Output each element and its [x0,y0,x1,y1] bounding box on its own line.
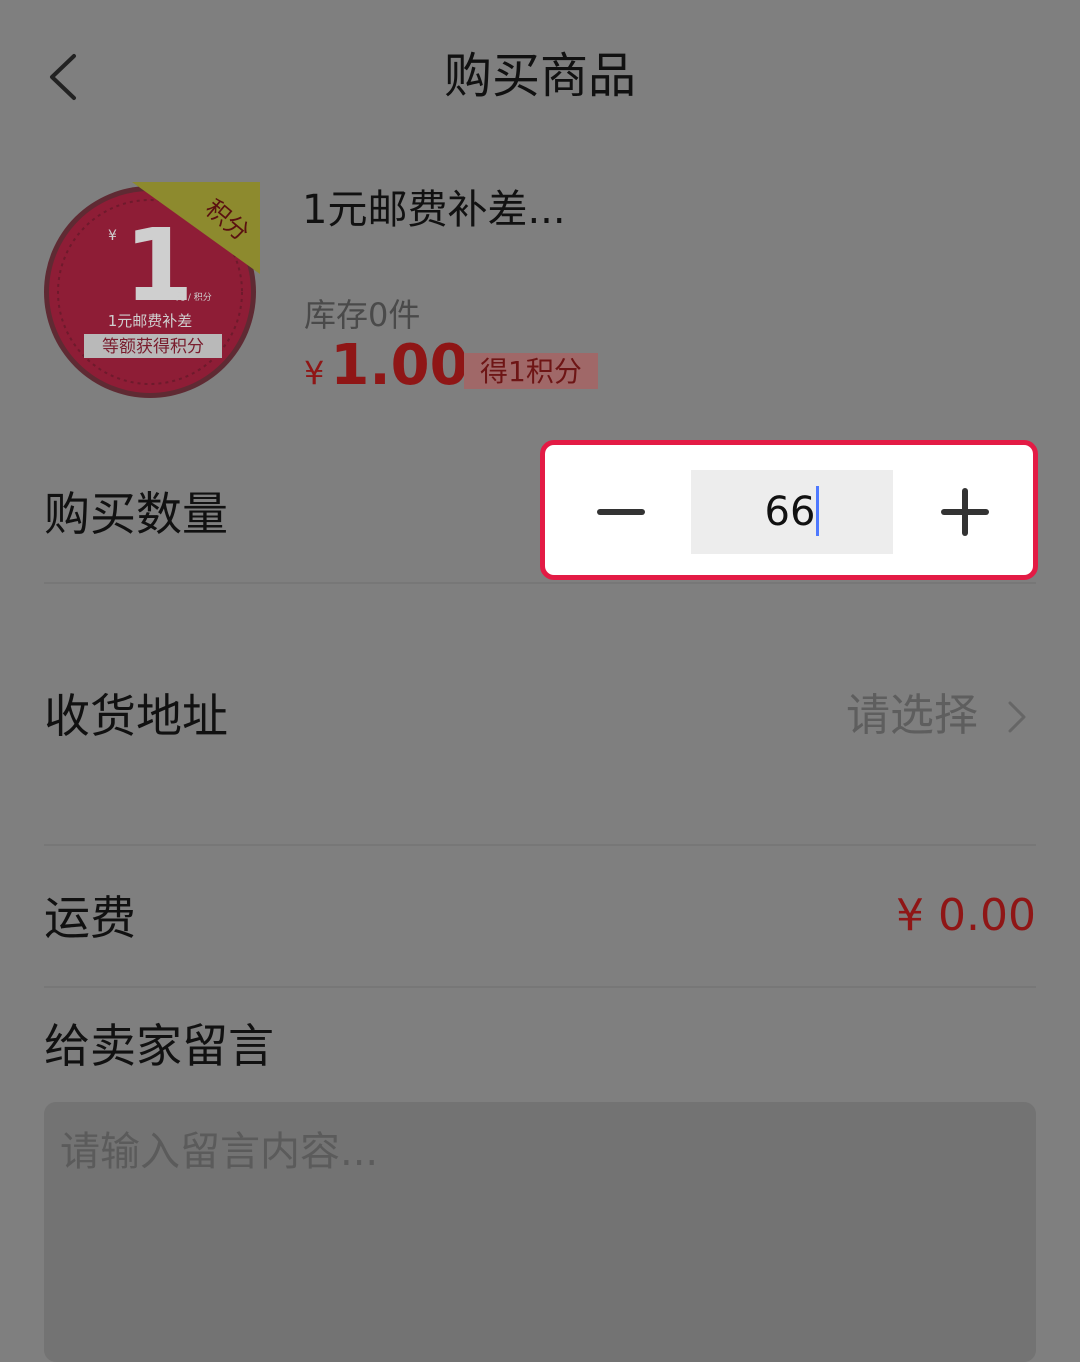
message-placeholder: 请输入留言内容... [60,1129,379,1175]
address-select[interactable]: 请选择 [846,686,978,746]
divider [44,844,1036,846]
plus-icon-vertical [962,488,968,536]
address-label: 收货地址 [44,689,228,743]
text-caret [816,486,820,536]
divider [44,582,1036,584]
quantity-value: 66 [764,489,816,535]
thumbnail-line1: 1元邮费补差 [108,312,193,330]
price-value: 1.00 [330,333,469,398]
product-thumbnail: 积分 ¥ 1 元 / 积分 1元邮费补差 等额获得积分 [44,182,260,398]
product-name: 1元邮费补差... [302,187,566,233]
increase-button[interactable] [909,465,1021,555]
product-price: ¥1.00 [304,333,469,412]
thumbnail-unit: 元 / 积分 [176,291,212,303]
thumbnail-line2: 等额获得积分 [102,337,204,357]
thumbnail-big-number: 1 [124,207,194,324]
freight-value: ¥ 0.00 [896,890,1036,941]
message-input[interactable]: 请输入留言内容... [44,1102,1036,1362]
quantity-label: 购买数量 [44,487,228,541]
quantity-stepper: 66 [540,440,1038,580]
freight-label: 运费 [44,891,136,945]
divider [44,986,1036,988]
quantity-input[interactable]: 66 [691,470,893,554]
minus-icon [597,509,645,515]
page-title: 购买商品 [443,48,636,104]
decrease-button[interactable] [565,465,677,555]
thumbnail-yen: ¥ [108,228,117,244]
chevron-right-icon[interactable] [1004,700,1028,734]
message-label: 给卖家留言 [44,1019,274,1073]
points-badge: 得1积分 [464,353,598,389]
currency-symbol: ¥ [304,354,325,392]
